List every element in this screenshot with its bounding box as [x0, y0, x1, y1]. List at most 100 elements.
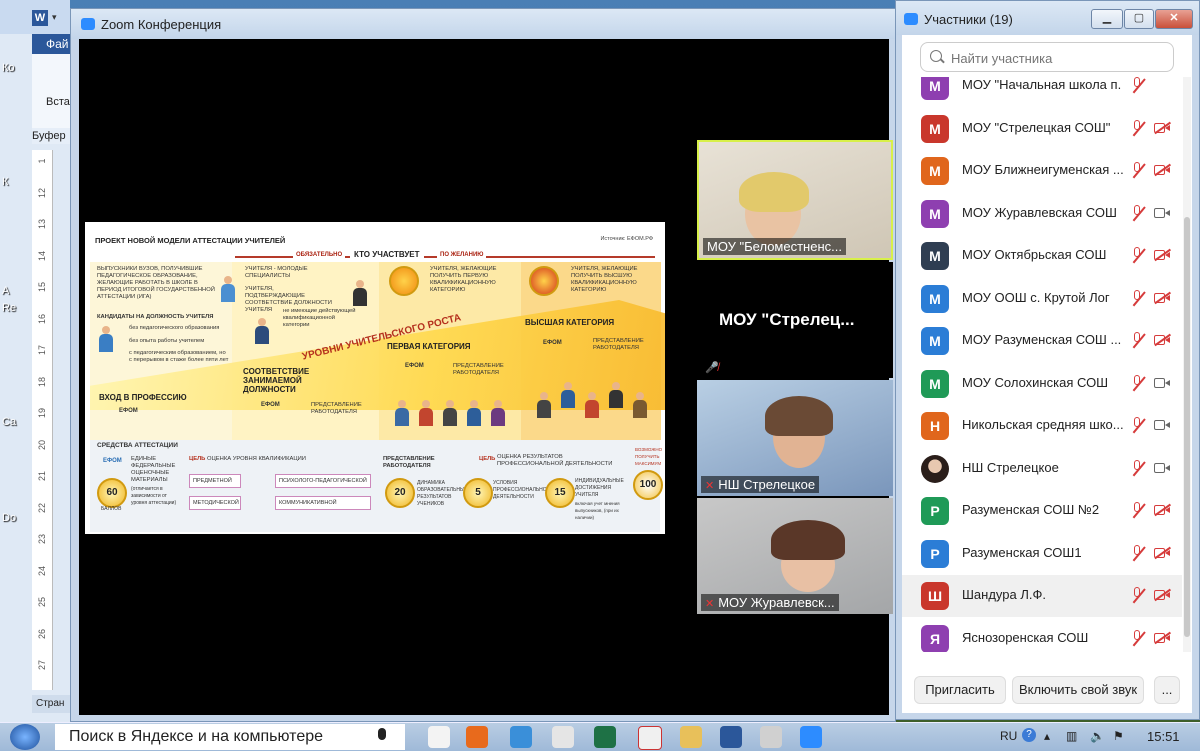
camera-off-icon[interactable] [1154, 121, 1171, 134]
help-icon[interactable]: ? [1022, 728, 1036, 742]
mic-muted-icon[interactable] [1130, 502, 1146, 520]
participant-name: МОУ Октябрьская СОШ [962, 247, 1107, 262]
camera-icon[interactable] [1154, 377, 1170, 389]
slide-source: Источник: ЕФОМ.РФ [600, 236, 653, 242]
mic-muted-icon[interactable] [1130, 459, 1146, 478]
search-box[interactable] [920, 42, 1174, 72]
camera-icon[interactable] [1154, 207, 1170, 219]
start-button[interactable] [10, 724, 40, 750]
network-tray-icon[interactable]: ▥ [1066, 729, 1077, 743]
excel-icon[interactable] [594, 726, 616, 748]
word-logo-icon[interactable]: W [32, 10, 48, 26]
desktop-icon-label[interactable]: A [2, 285, 9, 297]
yandex-icon[interactable] [638, 726, 662, 750]
folder-icon[interactable] [680, 726, 702, 748]
camera-icon[interactable] [1154, 462, 1170, 474]
ruler-number: 22 [37, 502, 47, 513]
participant-row[interactable]: НШ Стрелецкое [902, 448, 1182, 490]
close-button[interactable]: ✕ [1155, 9, 1193, 29]
participant-name: Никольская средняя шко... [962, 417, 1124, 432]
search-input[interactable] [949, 47, 1168, 69]
person-illustration [491, 400, 505, 426]
participant-row[interactable]: Р Разуменская СОШ1 [902, 533, 1182, 575]
camera-off-icon[interactable] [1154, 333, 1171, 346]
mic-muted-icon[interactable] [1130, 77, 1146, 95]
mic-muted-icon[interactable] [1130, 417, 1146, 435]
language-indicator[interactable]: RU [1000, 729, 1017, 743]
flag-icon[interactable]: ⚑ [1113, 729, 1124, 743]
col2-text: УЧИТЕЛЯ - МОЛОДЫЕ СПЕЦИАЛИСТЫ [245, 266, 308, 279]
camera-off-icon[interactable] [1154, 631, 1171, 644]
camera-off-icon[interactable] [1154, 546, 1171, 559]
camera-icon[interactable] [1154, 419, 1170, 431]
competency-pill: КОММУНИКАТИВНОЙ [275, 496, 371, 510]
scrollbar[interactable] [1183, 77, 1191, 652]
desktop-icon-label[interactable]: Do [2, 512, 16, 524]
network-icon[interactable] [510, 726, 532, 748]
invite-button[interactable]: Пригласить [914, 676, 1006, 704]
participant-row[interactable]: М МОУ Солохинская СОШ [902, 363, 1182, 405]
mic-muted-icon[interactable] [1130, 289, 1146, 308]
media-player-icon[interactable] [428, 726, 450, 748]
mic-muted-icon[interactable] [1130, 247, 1146, 265]
participant-row[interactable]: М МОУ "Стрелецкая СОШ" [902, 108, 1182, 150]
mic-muted-icon[interactable] [1130, 544, 1146, 563]
tile-name-label: МОУ "Беломестненс... [703, 238, 846, 255]
video-tile[interactable]: ✕ НШ Стрелецкое [697, 380, 893, 496]
desktop-icon-label[interactable]: Re [2, 302, 16, 314]
video-tile[interactable]: МОУ "Стрелец... 🎤̸ [697, 262, 893, 378]
minimize-button[interactable]: ▁ [1091, 9, 1123, 29]
participant-row[interactable]: М МОУ Ближнеигуменская ... [902, 150, 1182, 192]
clock[interactable]: 15:51 [1147, 729, 1180, 744]
camera-off-icon[interactable] [1154, 163, 1171, 176]
zoom-titlebar[interactable]: Zoom Конференция [71, 9, 895, 39]
mic-muted-icon[interactable] [1130, 204, 1146, 223]
camera-off-icon[interactable] [1154, 588, 1171, 601]
firefox-icon[interactable] [466, 726, 488, 748]
mic-icon[interactable] [378, 728, 386, 740]
paste-button[interactable]: Вста [46, 96, 70, 108]
participant-row[interactable]: М МОУ "Начальная школа п. Ду... [902, 77, 1182, 107]
participant-row[interactable]: М МОУ Разуменская СОШ ... [902, 320, 1182, 362]
desktop-icon-label[interactable]: Ко [2, 62, 15, 74]
participant-row[interactable]: Н Никольская средняя шко... [902, 405, 1182, 447]
mic-muted-icon[interactable] [1130, 629, 1146, 648]
camera-off-icon[interactable] [1154, 291, 1171, 304]
participant-row[interactable]: Ш Шандура Л.Ф. [902, 575, 1182, 617]
participant-list[interactable]: М МОУ "Начальная школа п. Ду... М МОУ "Стре… [902, 77, 1182, 652]
ruler-number: 27 [37, 660, 47, 671]
participant-row[interactable]: Р Разуменская СОШ №2 [902, 490, 1182, 532]
participant-row[interactable]: М МОУ Журавлевская СОШ [902, 193, 1182, 235]
tray-chevron-icon[interactable]: ▴ [1044, 729, 1050, 743]
ruler-number: 12 [37, 187, 47, 198]
desktop-icon-label[interactable]: Ca [2, 416, 16, 428]
desktop-icon-label[interactable]: К [2, 176, 8, 188]
app-icon[interactable] [760, 726, 782, 748]
participant-row[interactable]: М МОУ ООШ с. Крутой Лог [902, 278, 1182, 320]
video-tile[interactable]: МОУ "Беломестненс... [697, 140, 893, 260]
word-icon[interactable] [720, 726, 742, 748]
participant-row[interactable]: Я Яснозоренская СОШ [902, 618, 1182, 652]
participants-titlebar[interactable]: Участники (19) ▁ ▢ ✕ [896, 1, 1199, 35]
maximize-button[interactable]: ▢ [1124, 9, 1154, 29]
quick-access-dropdown-icon[interactable]: ▾ [52, 12, 57, 23]
zoom-icon[interactable] [800, 726, 822, 748]
mic-muted-icon[interactable] [1130, 332, 1146, 350]
more-button[interactable]: ... [1154, 676, 1180, 704]
col1-item: без опыта работы учителем [129, 338, 205, 344]
mic-muted-icon[interactable] [1130, 119, 1146, 138]
camera-off-icon[interactable] [1154, 248, 1171, 261]
unmute-button[interactable]: Включить свой звук [1012, 676, 1144, 704]
participant-row[interactable]: М МОУ Октябрьская СОШ [902, 235, 1182, 277]
camera-off-icon[interactable] [1154, 503, 1171, 516]
mic-muted-icon[interactable] [1130, 587, 1146, 605]
scrollbar-thumb[interactable] [1184, 217, 1190, 637]
mic-muted-icon[interactable] [1130, 162, 1146, 180]
avatar [921, 454, 949, 483]
video-tile[interactable]: ✕ МОУ Журавлевск... [697, 498, 893, 614]
score-100: 100 [633, 470, 663, 500]
mic-muted-icon[interactable] [1130, 374, 1146, 393]
volume-icon[interactable]: 🔈 [1090, 729, 1105, 743]
explorer-icon[interactable] [552, 726, 574, 748]
taskbar-search[interactable]: Поиск в Яндексе и на компьютере [55, 724, 405, 750]
